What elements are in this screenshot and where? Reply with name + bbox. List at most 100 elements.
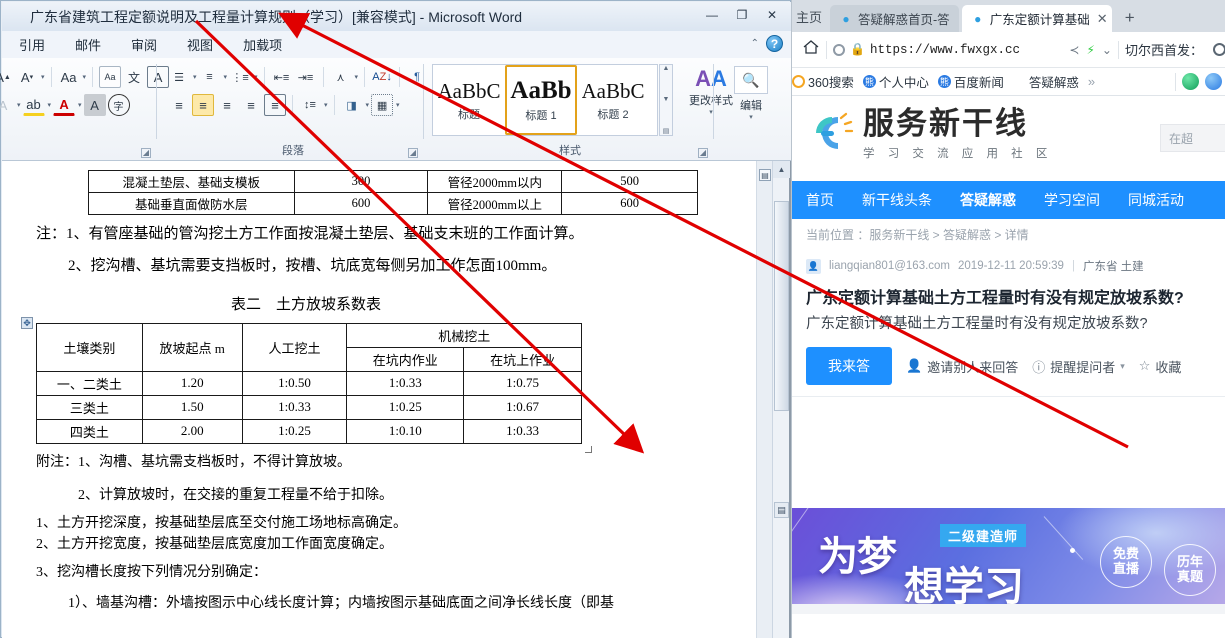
styles-gallery-scrollbar[interactable]: ▲ ▼ ▤ [659, 64, 673, 136]
style-tile-heading1[interactable]: AaBb 标题 1 [505, 65, 577, 135]
paragraph-dialog-launcher-icon[interactable]: ◢ [408, 148, 418, 158]
borders-icon[interactable]: ▦ [371, 94, 394, 116]
nav-item-headlines[interactable]: 新干线头条 [848, 190, 946, 210]
browser-home-label[interactable]: 主页 [792, 7, 830, 32]
nav-item-events[interactable]: 同城活动 [1114, 190, 1198, 210]
decrease-indent-icon[interactable]: ⇤≡ [271, 66, 293, 88]
close-button[interactable]: ✕ [761, 6, 783, 24]
table-row[interactable]: 基础垂直面做防水层 600 管径2000mm以上 600 [88, 192, 698, 215]
document-canvas[interactable]: 混凝土垫层、基础支模板 300 管径2000mm以内 500 基础垂直面做防水层… [2, 161, 791, 638]
restore-button[interactable]: ❐ [731, 6, 753, 24]
chevron-down-icon[interactable]: ▾ [1120, 361, 1125, 372]
select-browse-object-icon[interactable]: ▤ [759, 169, 771, 181]
close-tab-icon[interactable]: ✕ [1097, 11, 1108, 27]
font-color-caret-icon[interactable]: ▾ [78, 101, 82, 109]
browse-object-button[interactable]: ▤ [774, 502, 789, 518]
line-spacing-caret-icon[interactable]: ▾ [324, 101, 328, 109]
table-resize-handle[interactable] [585, 445, 592, 453]
bookmark-baidu-news[interactable]: 熊 百度新闻 [937, 72, 1004, 91]
nav-item-qa[interactable]: 答疑解惑 [946, 190, 1030, 210]
news-ticker-label[interactable]: 切尔西首发： [1125, 40, 1207, 59]
remind-asker-button[interactable]: ⓘ 提醒提问者 ▾ [1032, 357, 1125, 376]
table-header-row[interactable]: 土壤类别 放坡起点 m 人工挖土 机械挖土 [36, 322, 582, 372]
shading-caret-icon[interactable]: ▾ [366, 101, 370, 109]
font-color-icon[interactable]: A [53, 94, 76, 116]
highlight-caret-icon[interactable]: ▾ [48, 101, 52, 109]
sort-icon[interactable]: A Z ↓ [371, 66, 393, 88]
scroll-up-button[interactable]: ▲ [773, 161, 790, 178]
asian-layout-caret-icon[interactable]: ▾ [355, 73, 359, 81]
increase-indent-icon[interactable]: ⇥≡ [295, 66, 317, 88]
search-input[interactable]: 在超 [1160, 124, 1225, 152]
browser-tab-1[interactable]: ● 答疑解惑首页-答 [830, 5, 959, 32]
styles-expand-icon[interactable]: ▤ [663, 127, 670, 135]
advertisement-banner[interactable]: 为梦 想学习 二级建造师 免费 直播 历年 真题 [792, 508, 1225, 614]
document-vertical-scrollbar[interactable]: ▲ ▤ [772, 161, 790, 638]
table-土方放坡系数表[interactable]: 土壤类别 放坡起点 m 人工挖土 机械挖土 在坑内作业 在坑上作业 一、二类土 … [36, 322, 582, 444]
asian-layout-icon[interactable]: ⋏ [330, 66, 352, 88]
character-shading-icon[interactable]: A [83, 94, 106, 116]
table-row[interactable]: 三类土 1.50 1:0.33 1:0.25 1:0.67 [36, 394, 582, 420]
address-bar[interactable]: 🔒 https://www.fwxgx.cc [833, 42, 1063, 57]
align-right-icon[interactable]: ≡ [216, 94, 238, 116]
shrink-font-icon[interactable]: A ▾ [16, 66, 38, 88]
styles-gallery[interactable]: AaBbC 标题 AaBb 标题 1 AaBbC 标题 2 [432, 64, 658, 136]
nav-item-study[interactable]: 学习空间 [1030, 190, 1114, 210]
shading-icon[interactable]: ◨ [341, 94, 363, 116]
bookmarks-overflow-icon[interactable]: » [1088, 74, 1095, 89]
show-marks-icon[interactable]: ¶ [406, 66, 428, 88]
numbering-icon[interactable]: ≡ [199, 66, 221, 88]
clear-formatting-icon[interactable]: Aa [99, 66, 122, 88]
style-tile-heading2[interactable]: AaBbC 标题 2 [577, 65, 649, 135]
phonetic-guide-icon[interactable]: 文 [123, 66, 145, 88]
invite-answer-button[interactable]: 👤 邀请别人来回答 [906, 357, 1018, 376]
shrink-font-caret-icon[interactable]: ▾ [41, 73, 45, 81]
bookmark-qa[interactable]: ● 答疑解惑 [1012, 72, 1079, 91]
bullets-caret-icon[interactable]: ▾ [193, 73, 197, 81]
grow-font-icon[interactable]: A▲ [0, 66, 14, 88]
nav-item-home[interactable]: 首页 [792, 190, 848, 210]
ribbon-tab-references[interactable]: 引用 [6, 32, 58, 57]
extension-green-icon[interactable] [1182, 73, 1199, 90]
bullets-icon[interactable]: ☰ [168, 66, 190, 88]
table-row[interactable]: 一、二类土 1.20 1:0.50 1:0.33 1:0.75 [36, 370, 582, 396]
bookmark-360-search[interactable]: O 360搜索 [792, 72, 854, 91]
editing-button[interactable]: 🔍 编辑 ▾ [726, 66, 776, 121]
bookmark-personal-center[interactable]: 熊 个人中心 [862, 72, 929, 91]
shield-icon[interactable] [833, 43, 845, 56]
question-author[interactable]: liangqian801@163.com [829, 260, 950, 272]
ad-badge-past-papers[interactable]: 历年 真题 [1164, 544, 1216, 596]
ad-badge-free-live[interactable]: 免费 直播 [1100, 536, 1152, 588]
ribbon-tab-addins[interactable]: 加载项 [230, 32, 295, 57]
align-left-icon[interactable]: ≡ [168, 94, 190, 116]
table-工作面宽度[interactable]: 混凝土垫层、基础支模板 300 管径2000mm以内 500 基础垂直面做防水层… [88, 170, 698, 215]
font-dialog-launcher-icon[interactable]: ◢ [141, 148, 151, 158]
borders-caret-icon[interactable]: ▾ [396, 101, 400, 109]
favorite-button[interactable]: ☆ 收藏 [1139, 357, 1182, 376]
chevron-down-icon[interactable]: ▾ [726, 113, 776, 121]
text-effects-caret-icon[interactable]: ▾ [17, 101, 21, 109]
ribbon-tab-mailings[interactable]: 邮件 [62, 32, 114, 57]
help-icon[interactable]: ? [766, 35, 783, 52]
extension-blue-icon[interactable] [1205, 73, 1222, 90]
change-case-caret-icon[interactable]: ▾ [83, 73, 87, 81]
align-center-icon[interactable]: ≡ [192, 94, 214, 116]
scroll-down-icon[interactable]: ▼ [663, 96, 670, 103]
ribbon-tab-review[interactable]: 审阅 [118, 32, 170, 57]
multilevel-list-caret-icon[interactable]: ▾ [254, 73, 258, 81]
style-tile-title[interactable]: AaBbC 标题 [433, 65, 505, 135]
change-case-icon[interactable]: Aa [58, 66, 80, 88]
multilevel-list-icon[interactable]: ⋮≡ [229, 66, 251, 88]
justify-icon[interactable]: ≡ [240, 94, 262, 116]
scroll-up-icon[interactable]: ▲ [663, 65, 670, 72]
text-effects-icon[interactable]: A [0, 94, 14, 116]
enclose-characters-icon[interactable]: 字 [107, 94, 130, 116]
table-row[interactable]: 四类土 2.00 1:0.25 1:0.10 1:0.33 [36, 418, 582, 444]
minimize-button[interactable]: — [701, 6, 723, 24]
scrollbar-thumb[interactable] [774, 201, 789, 411]
new-tab-button[interactable]: + [1115, 8, 1145, 32]
bolt-icon[interactable]: ⚡ [1086, 43, 1094, 57]
table-row[interactable]: 混凝土垫层、基础支模板 300 管径2000mm以内 500 [88, 170, 698, 193]
home-icon[interactable] [802, 38, 820, 61]
line-spacing-icon[interactable]: ↕≡ [299, 94, 321, 116]
